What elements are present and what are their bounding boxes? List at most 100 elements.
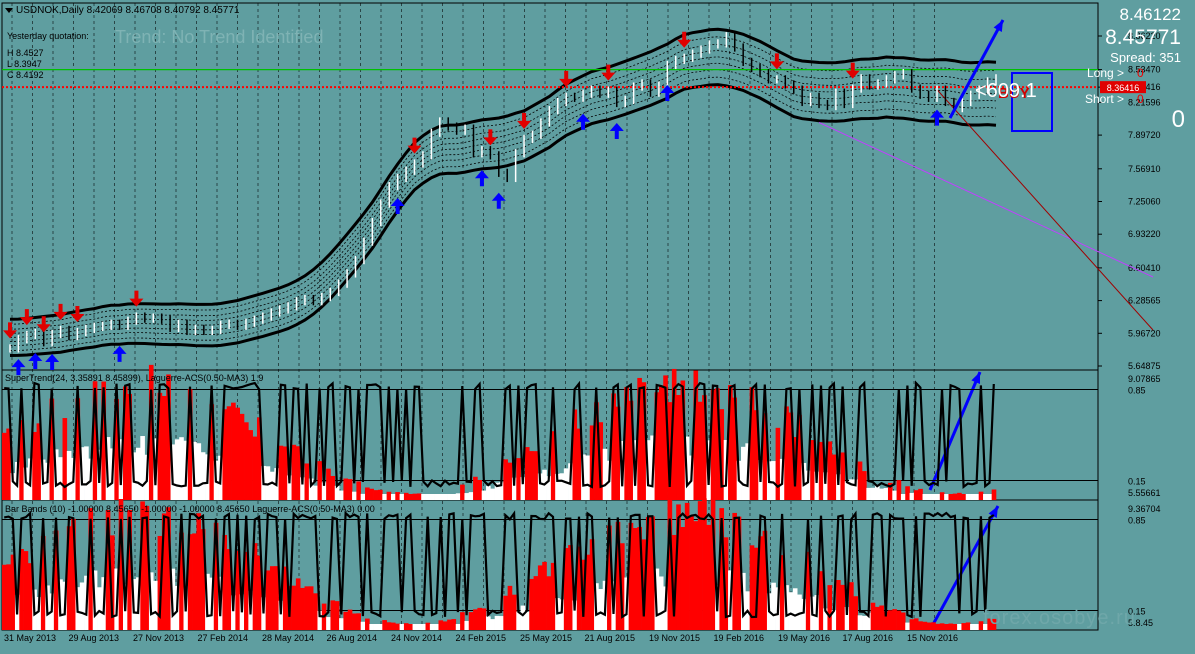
buy-arrow-icon — [930, 109, 945, 126]
indicator1-histogram-bar — [291, 444, 297, 500]
indicator1-histogram-bar — [991, 489, 997, 500]
indicator2-histogram-bar — [533, 576, 539, 630]
indicator1-histogram-bar — [926, 494, 932, 500]
sell-arrow-icon — [53, 303, 68, 320]
indicator1-histogram-bar — [447, 494, 452, 500]
indicator2-histogram-bar — [511, 594, 517, 630]
indicator1-histogram-bar — [365, 487, 370, 500]
indicator2-histogram-bar — [542, 561, 547, 630]
indicator1-histogram-bar — [382, 494, 387, 500]
indicator1-histogram-bar — [676, 394, 681, 500]
indicator2-histogram-bar — [153, 580, 158, 630]
y-tick-label: 5.96720 — [1128, 328, 1161, 338]
x-tick-label: 19 Nov 2015 — [649, 633, 700, 643]
indicator1-histogram-bar — [282, 446, 288, 500]
indicator2-histogram-bar — [689, 515, 694, 630]
indicator1-histogram-bar — [429, 494, 435, 500]
indicator1-tick-bottom: 5.55661 — [1128, 488, 1161, 498]
x-tick-label: 27 Feb 2014 — [198, 633, 249, 643]
indicator2-histogram-bar — [944, 624, 949, 630]
indicator1-histogram-bar — [161, 395, 167, 500]
indicator2-histogram-bar — [836, 580, 841, 630]
x-tick-label: 29 Aug 2013 — [69, 633, 120, 643]
indicator2-histogram-bar — [269, 566, 275, 630]
yesterday-quotes: Yesterday quotation: H 8.4527 L 8.3947 C… — [7, 31, 89, 81]
indicator2-histogram-bar — [771, 582, 776, 630]
indicator1-histogram-bar — [533, 451, 539, 500]
indicator2-histogram-bar — [468, 612, 474, 630]
symbol-title: USDNOK,Daily 8.42069 8.46708 8.40792 8.4… — [5, 5, 240, 16]
channel-inner-band — [9, 56, 997, 338]
forecast-up-arrow-main — [948, 19, 1005, 119]
indicator2-histogram-bar — [909, 619, 915, 630]
sell-arrow-shape — [559, 70, 574, 87]
indicator2-histogram-bar — [896, 610, 902, 630]
indicator1-histogram-bar — [957, 492, 962, 500]
indicator2-histogram-bar — [313, 593, 318, 630]
indicator1-histogram-bar — [970, 494, 975, 500]
channel-inner-band — [9, 62, 997, 342]
indicator1-histogram-bar — [481, 490, 487, 500]
indicator1-histogram-bar — [334, 485, 340, 500]
indicator2-histogram-bar — [680, 527, 686, 630]
indicator1-histogram-bar — [66, 450, 72, 500]
indicator1-histogram-bar — [477, 479, 483, 500]
y-tick-label: 5.64875 — [1128, 361, 1161, 371]
indicator1-histogram-bar — [239, 413, 245, 500]
indicator2-histogram-bar — [520, 605, 526, 630]
indicator1-tick-085: 0.85 — [1128, 386, 1146, 396]
indicator2-histogram-bar — [537, 565, 543, 630]
indicator1-histogram-bar — [840, 452, 846, 500]
indicator1-histogram-bar — [602, 448, 608, 500]
indicator1-histogram-bar — [377, 489, 383, 500]
indicator2-histogram-bar — [447, 619, 452, 630]
indicator1-histogram-bar — [356, 481, 362, 500]
indicator2-histogram-bar — [330, 600, 336, 630]
channel-inner-band — [9, 36, 997, 325]
indicator2-histogram-bar — [473, 609, 478, 630]
indicator1-histogram-bar — [585, 455, 591, 500]
indicator1-histogram-bar — [658, 385, 664, 500]
positions-total: 0 — [1171, 106, 1185, 133]
indicator2-histogram-bar — [377, 624, 383, 630]
x-tick-label: 21 Aug 2015 — [585, 633, 636, 643]
indicator2-histogram-bar — [192, 533, 197, 630]
indicator1-histogram-bar — [516, 458, 521, 500]
indicator2-histogram-bar — [849, 582, 854, 630]
short-label: Short > — [1085, 92, 1125, 106]
indicator1-histogram-bar — [935, 494, 941, 500]
indicator2-histogram-bar — [365, 618, 370, 630]
indicator2-histogram-bar — [935, 623, 941, 630]
indicator2-histogram-bar — [408, 624, 413, 630]
indicator1-histogram-bar — [486, 486, 491, 500]
indicator1-title: SuperTrend(24, 3.35891 8.45899), Laguerr… — [5, 373, 264, 383]
indicator2-histogram-bar — [265, 570, 271, 630]
indicator2-histogram-bar — [887, 610, 893, 630]
indicator2-histogram-bar — [23, 551, 29, 630]
dropdown-triangle-icon[interactable] — [5, 7, 13, 13]
pips-label: <609.1 — [975, 80, 1037, 102]
x-tick-label: 27 Nov 2013 — [133, 633, 184, 643]
indicator2-histogram-bar — [373, 624, 379, 630]
indicator1-histogram-bar — [827, 441, 833, 500]
indicator1-histogram-bar — [269, 471, 275, 500]
purple-trend-line — [818, 122, 1154, 278]
indicator1-histogram-bar — [425, 494, 431, 500]
x-tick-label: 31 May 2013 — [4, 633, 56, 643]
indicator1-histogram-bar — [866, 487, 871, 500]
x-tick-label: 19 Feb 2016 — [714, 633, 765, 643]
sell-arrow-icon — [559, 70, 574, 87]
indicator2-histogram-bar — [196, 513, 202, 630]
indicator1-histogram-bar — [451, 494, 457, 500]
indicator1-histogram-bar — [771, 461, 776, 500]
indicator1-histogram-bar — [412, 493, 418, 500]
indicator2-histogram-bar — [546, 576, 552, 630]
indicator2-histogram-bar — [952, 623, 958, 630]
indicator1-histogram-bar — [857, 461, 863, 500]
indicator2-histogram-bar — [442, 621, 448, 630]
indicator2-histogram-bar — [438, 620, 444, 630]
indicator2-histogram-bar — [477, 607, 483, 630]
indicator2-tick-top: 9.36704 — [1128, 504, 1161, 514]
indicator1-histogram-bar — [244, 422, 249, 500]
indicator2-histogram-bar — [6, 564, 11, 630]
